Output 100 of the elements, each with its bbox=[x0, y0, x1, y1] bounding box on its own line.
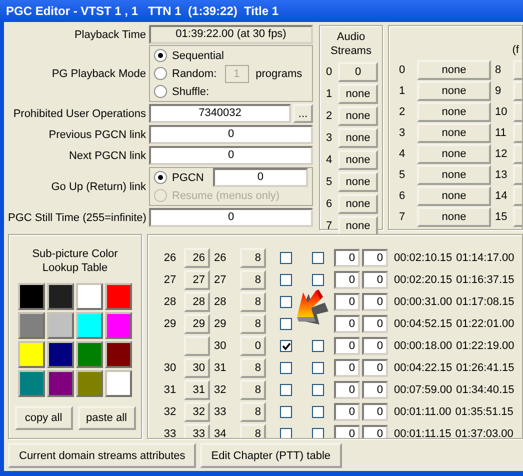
action-button[interactable]: Edit Chapter (PTT) table bbox=[200, 443, 342, 468]
stream-button[interactable]: none bbox=[417, 165, 491, 185]
stream-button[interactable]: none bbox=[338, 172, 378, 192]
angle-button[interactable]: 8 bbox=[240, 380, 266, 400]
input-field[interactable]: 0 bbox=[334, 337, 360, 355]
table-cell: 01:22:01.00 bbox=[456, 318, 514, 330]
stream-button[interactable]: none bbox=[417, 81, 491, 101]
table-cell-text: 32 bbox=[162, 406, 178, 418]
input-field[interactable]: 0 bbox=[334, 359, 360, 377]
input-field[interactable]: 0 bbox=[334, 293, 360, 311]
table-cell: 01:35:51.15 bbox=[455, 406, 514, 418]
input-field[interactable]: 0 bbox=[362, 315, 388, 333]
input-field[interactable]: 7340032 bbox=[149, 104, 291, 123]
input-field[interactable]: 0 bbox=[334, 249, 360, 267]
stream-index: 0 bbox=[324, 66, 334, 78]
input-field[interactable]: 0 bbox=[362, 249, 388, 267]
table-cell-text: 29 bbox=[162, 318, 178, 330]
stream-index: 9 bbox=[495, 85, 502, 97]
table-cell-text: 28 bbox=[162, 296, 178, 308]
input-field[interactable]: 0 bbox=[149, 146, 313, 165]
input-field[interactable]: 0 bbox=[362, 293, 388, 311]
stream-button[interactable]: none bbox=[417, 144, 491, 164]
panel-title: (f bbox=[512, 44, 519, 56]
angle-button[interactable]: 8 bbox=[240, 358, 266, 378]
program-button[interactable]: 29 bbox=[184, 314, 210, 334]
table-cell: 00:01:11.00 bbox=[394, 406, 452, 418]
stream-index: 12 bbox=[495, 148, 508, 160]
input-field[interactable]: 0 bbox=[334, 381, 360, 399]
table-cell-text: 30 bbox=[162, 362, 178, 374]
radio-label: PGCN bbox=[172, 172, 204, 184]
table-cell: 00:07:59.00 bbox=[394, 384, 452, 396]
stream-button[interactable]: none bbox=[417, 123, 491, 143]
input-field[interactable]: 0 bbox=[334, 403, 360, 421]
table-cell: 00:00:18.00 bbox=[394, 340, 452, 352]
angle-button[interactable]: 8 bbox=[240, 292, 266, 312]
stream-button[interactable]: none bbox=[338, 194, 378, 214]
input-field[interactable]: 0 bbox=[334, 271, 360, 289]
stream-index: 10 bbox=[495, 106, 508, 118]
program-button[interactable]: 30 bbox=[184, 358, 210, 378]
color-action-button[interactable]: copy all bbox=[14, 406, 72, 430]
input-field[interactable]: 0 bbox=[212, 168, 308, 187]
table-cell-text: 26 bbox=[213, 252, 228, 264]
angle-button[interactable]: 8 bbox=[240, 402, 266, 422]
stream-index: 5 bbox=[324, 176, 334, 188]
table-cell-text: 27 bbox=[162, 274, 178, 286]
stream-button[interactable]: 0 bbox=[338, 62, 378, 82]
angle-button[interactable]: 8 bbox=[240, 424, 266, 438]
input-field[interactable]: 0 bbox=[334, 425, 360, 438]
input-field[interactable]: 0 bbox=[362, 337, 388, 355]
stream-index: 6 bbox=[398, 190, 406, 202]
angle-button[interactable]: 8 bbox=[240, 248, 266, 268]
stream-button[interactable]: none bbox=[338, 216, 378, 236]
input-field[interactable]: 0 bbox=[149, 208, 313, 227]
stream-index: 14 bbox=[495, 190, 508, 202]
field-label: Playback Time bbox=[73, 28, 146, 40]
radio-label: Random: bbox=[172, 68, 217, 80]
window-title: PGC Editor - VTST 1 , 1 TTN 1 (1:39:22) Title 1 bbox=[0, 0, 523, 22]
input-field[interactable]: 0 bbox=[149, 125, 313, 144]
input-field[interactable]: 0 bbox=[362, 403, 388, 421]
table-cell: 01:37:03.00 bbox=[455, 428, 514, 438]
table-cell-text: 33 bbox=[213, 406, 228, 418]
stream-button[interactable]: none bbox=[338, 106, 378, 126]
program-button[interactable]: 27 bbox=[184, 270, 210, 290]
table-cell: 01:14:17.00 bbox=[456, 252, 514, 264]
stream-index: 8 bbox=[495, 64, 502, 76]
readout-field: 01:39:22.00 (at 30 fps) bbox=[149, 25, 313, 44]
color-action-button[interactable]: paste all bbox=[78, 406, 136, 430]
table-cell: 00:02:10.15 bbox=[394, 252, 452, 264]
browse-button[interactable]: ... bbox=[293, 104, 313, 123]
angle-button[interactable]: 8 bbox=[240, 314, 266, 334]
input-field[interactable]: 0 bbox=[362, 271, 388, 289]
table-cell: 01:17:08.15 bbox=[456, 296, 514, 308]
stream-button[interactable]: none bbox=[338, 150, 378, 170]
program-button[interactable]: 26 bbox=[184, 248, 210, 268]
stream-index: 7 bbox=[398, 211, 406, 223]
action-button[interactable]: Current domain streams attributes bbox=[8, 443, 196, 468]
stream-button[interactable]: none bbox=[338, 128, 378, 148]
table-cell: 00:00:31.00 bbox=[394, 296, 452, 308]
input-field[interactable]: 0 bbox=[334, 315, 360, 333]
input-field[interactable]: 0 bbox=[362, 359, 388, 377]
input-field[interactable]: 0 bbox=[362, 425, 388, 438]
table-cell-text: 31 bbox=[213, 362, 228, 374]
field-label: PG Playback Mode bbox=[50, 68, 146, 80]
stream-index: 3 bbox=[324, 132, 334, 144]
input-field[interactable]: 0 bbox=[362, 381, 388, 399]
program-button[interactable]: 31 bbox=[184, 380, 210, 400]
program-button[interactable]: 32 bbox=[184, 402, 210, 422]
table-cell: 00:04:52.15 bbox=[394, 318, 452, 330]
radio-label: Sequential bbox=[172, 50, 224, 62]
stream-index: 0 bbox=[398, 64, 406, 76]
stream-button[interactable]: none bbox=[417, 102, 491, 122]
program-button[interactable]: 33 bbox=[184, 424, 210, 438]
angle-button[interactable]: 0 bbox=[240, 336, 266, 356]
stream-button[interactable]: none bbox=[338, 84, 378, 104]
stream-index: 7 bbox=[324, 220, 334, 232]
stream-button[interactable]: none bbox=[417, 60, 491, 80]
stream-button[interactable]: none bbox=[417, 207, 491, 227]
program-button[interactable]: 28 bbox=[184, 292, 210, 312]
angle-button[interactable]: 8 bbox=[240, 270, 266, 290]
stream-button[interactable]: none bbox=[417, 186, 491, 206]
